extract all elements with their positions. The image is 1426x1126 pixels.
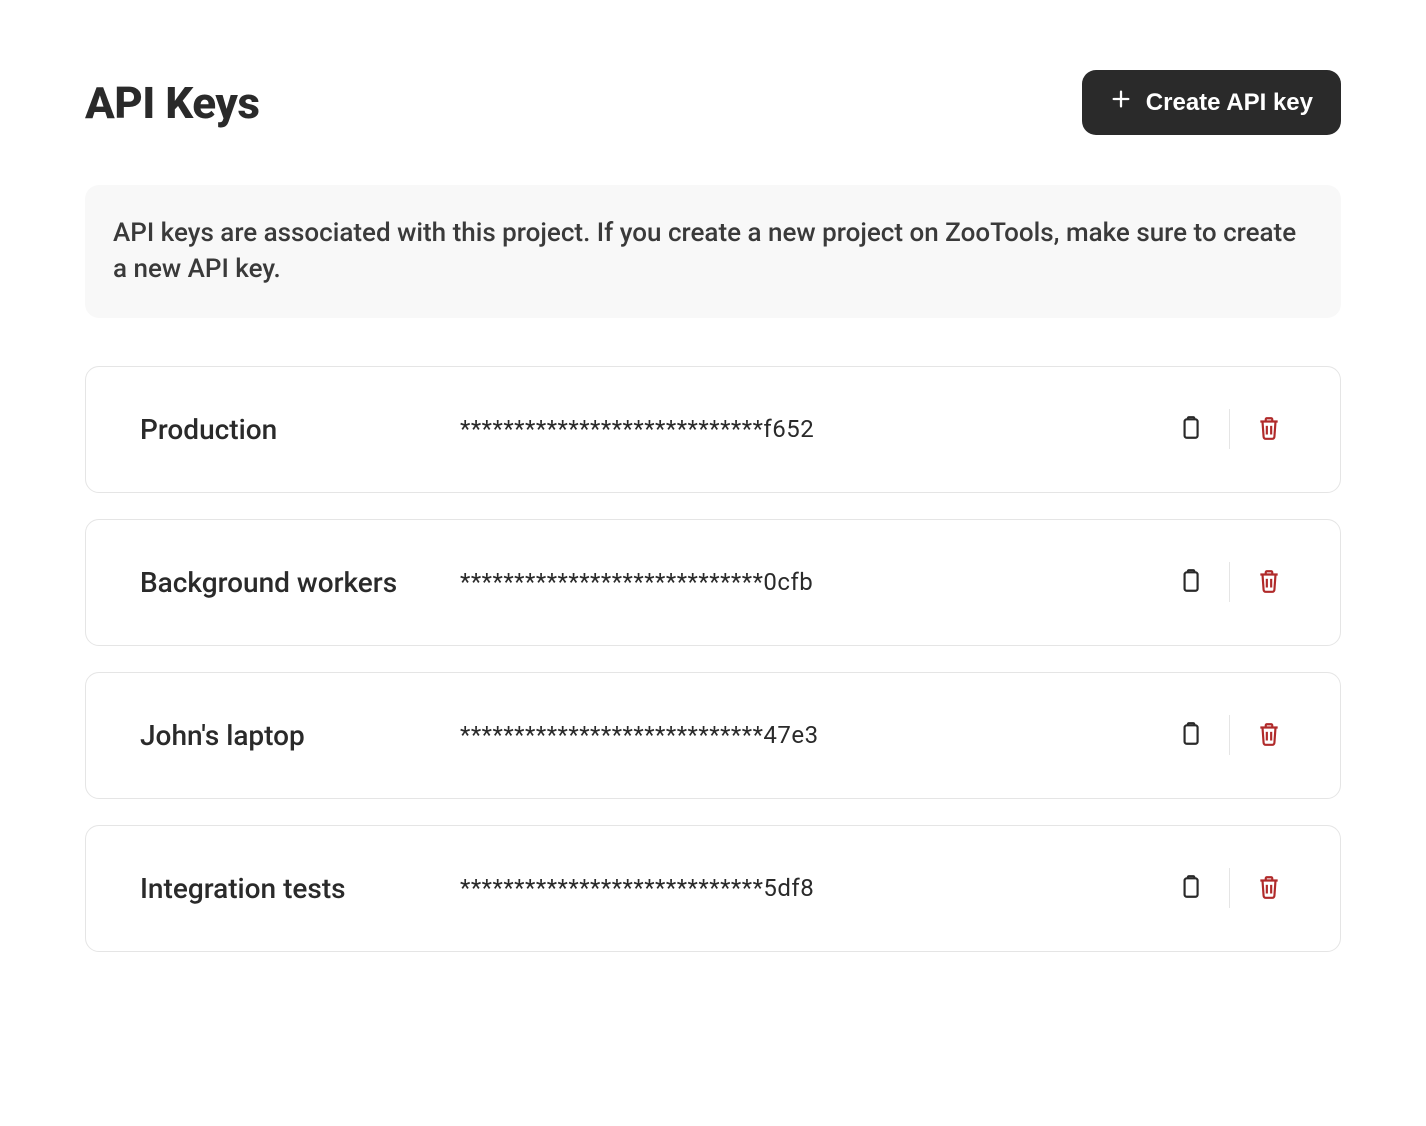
- api-key-row: Integration tests **********************…: [85, 825, 1341, 952]
- api-key-actions: [1151, 558, 1308, 607]
- trash-icon: [1256, 872, 1282, 905]
- clipboard-icon: [1177, 872, 1203, 905]
- plus-icon: [1110, 88, 1132, 117]
- create-api-key-button[interactable]: Create API key: [1082, 70, 1341, 135]
- delete-api-key-button[interactable]: [1230, 711, 1308, 760]
- clipboard-icon: [1177, 413, 1203, 446]
- api-key-row: John's laptop **************************…: [85, 672, 1341, 799]
- api-key-name: Background workers: [140, 566, 460, 599]
- api-key-masked-value: ****************************47e3: [460, 721, 1151, 749]
- delete-api-key-button[interactable]: [1230, 864, 1308, 913]
- api-key-actions: [1151, 405, 1308, 454]
- api-key-masked-value: ****************************0cfb: [460, 568, 1151, 596]
- clipboard-icon: [1177, 566, 1203, 599]
- api-key-row: Background workers *********************…: [85, 519, 1341, 646]
- api-key-name: Production: [140, 413, 460, 446]
- copy-api-key-button[interactable]: [1151, 558, 1229, 607]
- trash-icon: [1256, 719, 1282, 752]
- clipboard-icon: [1177, 719, 1203, 752]
- api-key-row: Production ****************************f…: [85, 366, 1341, 493]
- api-key-actions: [1151, 711, 1308, 760]
- delete-api-key-button[interactable]: [1230, 558, 1308, 607]
- create-button-label: Create API key: [1146, 89, 1313, 117]
- info-box: API keys are associated with this projec…: [85, 185, 1341, 318]
- copy-api-key-button[interactable]: [1151, 405, 1229, 454]
- page-title: API Keys: [85, 77, 259, 129]
- page-header: API Keys Create API key: [85, 70, 1341, 135]
- api-key-actions: [1151, 864, 1308, 913]
- api-keys-list: Production ****************************f…: [85, 366, 1341, 952]
- copy-api-key-button[interactable]: [1151, 864, 1229, 913]
- trash-icon: [1256, 566, 1282, 599]
- api-key-name: John's laptop: [140, 719, 460, 752]
- copy-api-key-button[interactable]: [1151, 711, 1229, 760]
- delete-api-key-button[interactable]: [1230, 405, 1308, 454]
- info-text: API keys are associated with this projec…: [113, 215, 1313, 288]
- api-key-masked-value: ****************************5df8: [460, 874, 1151, 902]
- trash-icon: [1256, 413, 1282, 446]
- api-key-masked-value: ****************************f652: [460, 415, 1151, 443]
- api-key-name: Integration tests: [140, 872, 460, 905]
